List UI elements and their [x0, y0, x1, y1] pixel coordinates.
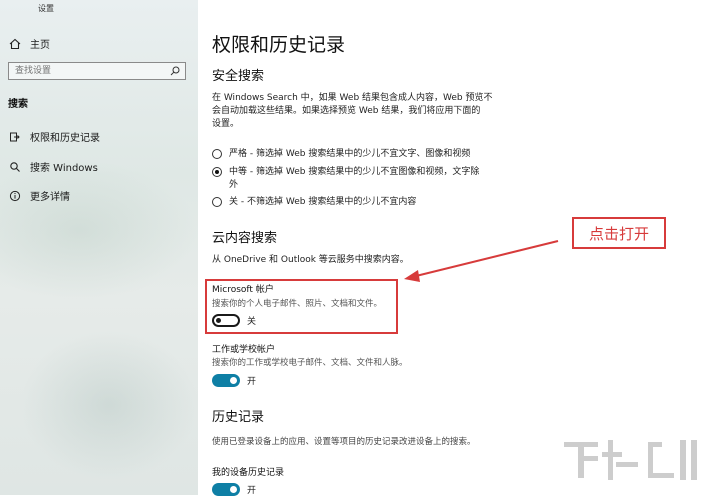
watermark-logo: [564, 440, 697, 480]
callout-label: 点击打开: [572, 217, 666, 249]
